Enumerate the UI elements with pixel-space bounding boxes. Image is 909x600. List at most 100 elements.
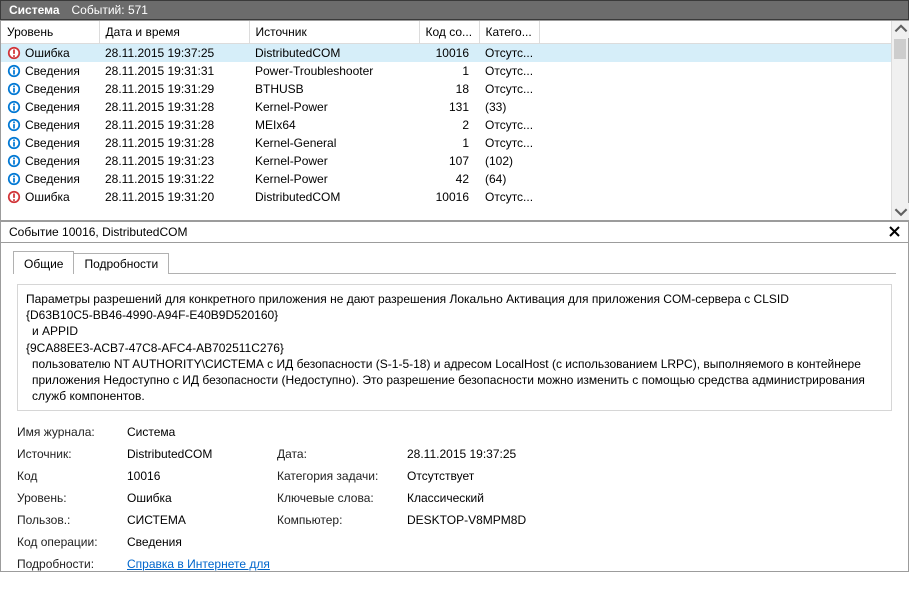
cell-category: Отсутс... — [479, 80, 539, 98]
val-source: DistributedCOM — [127, 447, 277, 461]
cell-date: 28.11.2015 19:31:20 — [99, 188, 249, 206]
table-row[interactable]: Сведения28.11.2015 19:31:28MEIx642Отсутс… — [1, 116, 908, 134]
cell-category: Отсутс... — [479, 116, 539, 134]
cell-level: Сведения — [25, 64, 80, 78]
cell-category: (102) — [479, 152, 539, 170]
cell-source: DistributedCOM — [249, 44, 419, 63]
scroll-up-button[interactable] — [892, 21, 909, 38]
col-header-date[interactable]: Дата и время — [99, 21, 249, 44]
table-row[interactable]: Сведения 28.11.2015 19:31:29BTHUSB18Отсут… — [1, 80, 908, 98]
scroll-thumb[interactable] — [894, 39, 906, 59]
tab-general[interactable]: Общие — [13, 251, 74, 274]
event-properties: Имя журнала: Система Источник: Distribut… — [17, 425, 892, 571]
val-date: 28.11.2015 19:37:25 — [407, 447, 892, 461]
val-opcode: Сведения — [127, 535, 892, 549]
cell-code: 42 — [419, 170, 479, 188]
details-body: Параметры разрешений для конкретного при… — [1, 284, 908, 571]
table-row[interactable]: Сведения 28.11.2015 19:31:22Kernel-Power4… — [1, 170, 908, 188]
tab-details[interactable]: Подробности — [73, 253, 169, 274]
cell-level: Сведения — [25, 172, 80, 186]
col-header-category[interactable]: Катего... — [479, 21, 539, 44]
cell-code: 1 — [419, 134, 479, 152]
cell-category: Отсутс... — [479, 44, 539, 63]
cell-level: Сведения — [25, 82, 80, 96]
cell-date: 28.11.2015 19:31:28 — [99, 134, 249, 152]
title-bar: Система Событий: 571 — [0, 0, 909, 20]
cell-level: Сведения — [25, 118, 80, 132]
events-grid-container: Уровень Дата и время Источник Код со... … — [1, 21, 908, 221]
cell-date: 28.11.2015 19:31:29 — [99, 80, 249, 98]
cell-date: 28.11.2015 19:31:28 — [99, 116, 249, 134]
event-description: Параметры разрешений для конкретного при… — [17, 284, 892, 411]
cell-code: 2 — [419, 116, 479, 134]
chevron-up-icon — [894, 23, 908, 37]
vertical-scrollbar[interactable] — [891, 21, 908, 220]
cell-category: Отсутс... — [479, 188, 539, 206]
table-row[interactable]: Сведения28.11.2015 19:31:28Kernel-Power1… — [1, 98, 908, 116]
val-code: 10016 — [127, 469, 277, 483]
lbl-date: Дата: — [277, 447, 407, 461]
col-header-level[interactable]: Уровень — [1, 21, 99, 44]
val-level: Ошибка — [127, 491, 277, 505]
val-taskcat: Отсутствует — [407, 469, 892, 483]
cell-code: 10016 — [419, 188, 479, 206]
cell-date: 28.11.2015 19:31:28 — [99, 98, 249, 116]
cell-category: (33) — [479, 98, 539, 116]
lbl-more-details: Подробности: — [17, 557, 127, 571]
lbl-source: Источник: — [17, 447, 127, 461]
lbl-keywords: Ключевые слова: — [277, 491, 407, 505]
cell-level: Сведения — [25, 154, 80, 168]
cell-date: 28.11.2015 19:31:31 — [99, 62, 249, 80]
info-icon — [7, 82, 21, 96]
close-icon — [889, 226, 900, 237]
info-icon — [7, 136, 21, 150]
scroll-down-button[interactable] — [892, 203, 909, 220]
cell-date: 28.11.2015 19:37:25 — [99, 44, 249, 63]
lbl-computer: Компьютер: — [277, 513, 407, 527]
info-icon — [7, 172, 21, 186]
col-header-code[interactable]: Код со... — [419, 21, 479, 44]
cell-source: DistributedCOM — [249, 188, 419, 206]
info-icon — [7, 118, 21, 132]
table-row[interactable]: Ошибка 28.11.2015 19:37:25DistributedCOM1… — [1, 44, 908, 63]
cell-code: 131 — [419, 98, 479, 116]
cell-level: Ошибка — [25, 46, 70, 60]
val-log-name: Система — [127, 425, 892, 439]
title-bar-title: Система — [9, 3, 60, 17]
cell-source: BTHUSB — [249, 80, 419, 98]
cell-category: (64) — [479, 170, 539, 188]
lbl-taskcat: Категория задачи: — [277, 469, 407, 483]
chevron-down-icon — [894, 205, 908, 219]
details-pane-header: Событие 10016, DistributedCOM — [1, 221, 908, 243]
table-row[interactable]: Сведения 28.11.2015 19:31:28Kernel-Genera… — [1, 134, 908, 152]
close-details-button[interactable] — [889, 225, 900, 240]
events-grid[interactable]: Уровень Дата и время Источник Код со... … — [1, 21, 908, 206]
info-icon — [7, 154, 21, 168]
cell-level: Ошибка — [25, 190, 70, 204]
cell-level: Сведения — [25, 136, 80, 150]
table-row[interactable]: Ошибка 28.11.2015 19:31:20DistributedCOM1… — [1, 188, 908, 206]
cell-category: Отсутс... — [479, 62, 539, 80]
grid-header-row[interactable]: Уровень Дата и время Источник Код со... … — [1, 21, 908, 44]
cell-source: Kernel-General — [249, 134, 419, 152]
error-icon — [7, 46, 21, 60]
lbl-user: Пользов.: — [17, 513, 127, 527]
cell-date: 28.11.2015 19:31:22 — [99, 170, 249, 188]
title-bar-events: Событий: 571 — [72, 3, 148, 17]
details-tabs: Общие Подробности — [1, 243, 908, 274]
val-user: СИСТЕМА — [127, 513, 277, 527]
lbl-code: Код — [17, 469, 127, 483]
online-help-link[interactable]: Справка в Интернете для — [127, 557, 270, 571]
lbl-log-name: Имя журнала: — [17, 425, 127, 439]
cell-source: Power-Troubleshooter — [249, 62, 419, 80]
lbl-level: Уровень: — [17, 491, 127, 505]
table-row[interactable]: Сведения 28.11.2015 19:31:31Power-Trouble… — [1, 62, 908, 80]
cell-source: Kernel-Power — [249, 170, 419, 188]
info-icon — [7, 100, 21, 114]
cell-code: 10016 — [419, 44, 479, 63]
error-icon — [7, 190, 21, 204]
cell-code: 18 — [419, 80, 479, 98]
table-row[interactable]: Сведения28.11.2015 19:31:23Kernel-Power1… — [1, 152, 908, 170]
info-icon — [7, 64, 21, 78]
col-header-source[interactable]: Источник — [249, 21, 419, 44]
